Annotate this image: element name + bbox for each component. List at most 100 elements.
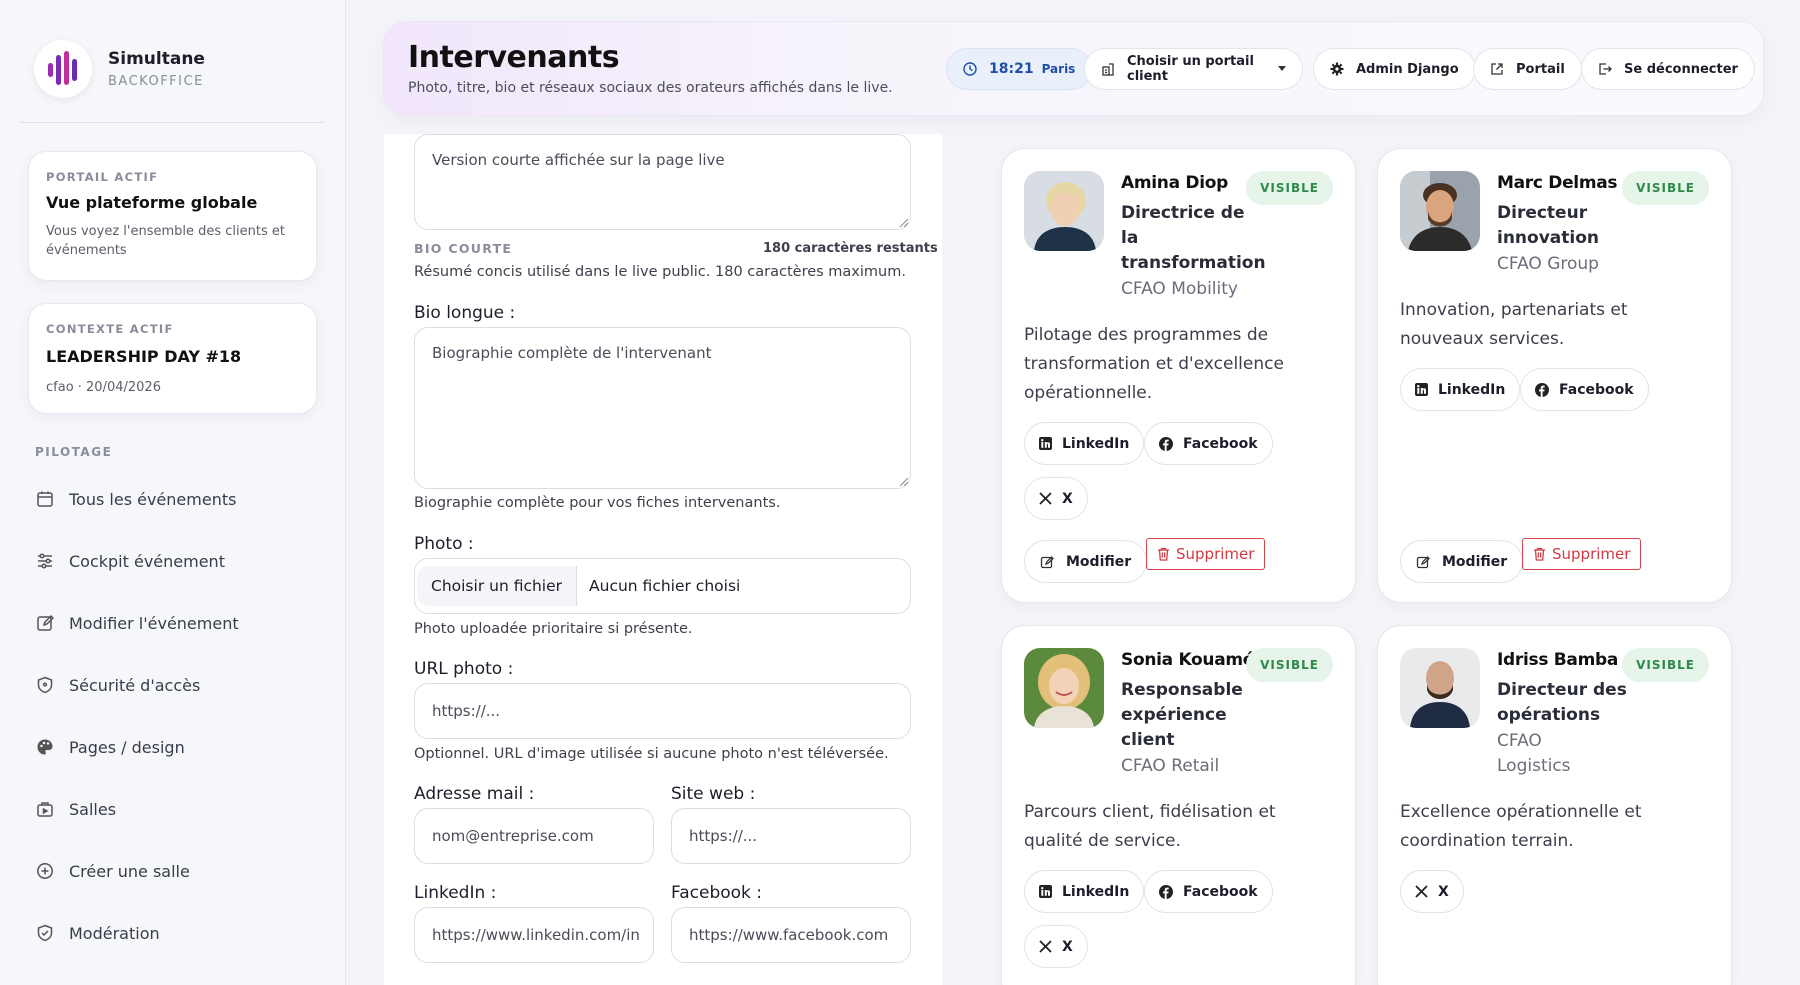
clock-pill: 18:21 Paris [946,48,1093,90]
nav-item-label: Créer une salle [69,861,190,881]
file-status: Aucun fichier choisi [589,577,741,595]
portal-select[interactable]: Choisir un portail client [1084,48,1303,90]
speaker-role: Directeur des opérations [1497,680,1627,725]
facebook-link[interactable]: Facebook [1520,368,1649,411]
linkedin-label: LinkedIn [1438,381,1506,398]
bio-long-textarea[interactable]: Biographie complète de l'intervenant [414,327,911,489]
portal-button[interactable]: Portail [1473,48,1582,90]
palette-icon [35,737,55,757]
facebook-link[interactable]: Facebook [1144,422,1273,465]
speaker-avatar [1024,171,1104,251]
linkedin-label: LinkedIn [1062,435,1130,452]
linkedin-link[interactable]: LinkedIn [1400,368,1521,411]
choose-file-button[interactable]: Choisir un fichier [417,566,578,606]
nav-item-cockpit[interactable]: Cockpit événement [35,551,225,571]
photo-url-input[interactable]: https://... [414,683,911,739]
facebook-icon [1159,436,1173,451]
photo-url-placeholder: https://... [432,702,501,720]
plus-circle-icon [35,861,55,881]
calendar-icon [35,489,55,509]
speaker-card[interactable]: Marc Delmas Directeur innovation CFAO Gr… [1377,148,1732,603]
photo-help: Photo uploadée prioritaire si présente. [414,621,693,637]
edit-icon [1416,555,1430,569]
edit-button[interactable]: Modifier [1400,540,1524,583]
photo-file-input[interactable]: Choisir un fichier Aucun fichier choisi [414,558,911,614]
linkedin-placeholder: https://www.linkedin.com/in [432,926,640,944]
nav-item-pages-design[interactable]: Pages / design [35,737,185,757]
email-input[interactable]: nom@entreprise.com [414,808,654,864]
linkedin-label: LinkedIn : [414,883,497,903]
nav-item-edit-event[interactable]: Modifier l'événement [35,613,239,633]
resize-grip-icon[interactable] [898,476,908,486]
photo-url-label: URL photo : [414,659,514,679]
sliders-icon [35,551,55,571]
chevron-down-icon [1278,66,1286,72]
linkedin-link[interactable]: LinkedIn [1024,870,1145,913]
x-label: X [1062,490,1073,507]
speaker-name: Marc Delmas [1497,173,1618,193]
active-context-card[interactable]: CONTEXTE ACTIF LEADERSHIP DAY #18 cfao ·… [28,303,317,414]
nav-item-events[interactable]: Tous les événements [35,489,236,509]
speaker-name: Idriss Bamba [1497,650,1619,670]
speaker-company: CFAO Mobility [1121,279,1238,299]
facebook-label: Facebook [1183,883,1258,900]
facebook-input[interactable]: https://www.facebook.com [671,907,911,963]
nav-item-rooms[interactable]: Salles [35,799,116,819]
active-portal-card[interactable]: PORTAIL ACTIF Vue plateforme globale Vou… [28,151,317,281]
nav-item-create-room[interactable]: Créer une salle [35,861,190,881]
page-subtitle: Photo, titre, bio et réseaux sociaux des… [408,80,893,96]
bio-short-textarea[interactable]: Version courte affichée sur la page live [414,134,911,230]
website-placeholder: https://... [689,827,758,845]
status-badge: VISIBLE [1246,171,1333,205]
room-icon [35,799,55,819]
linkedin-icon [1415,383,1428,396]
facebook-link[interactable]: Facebook [1144,870,1273,913]
linkedin-link[interactable]: LinkedIn [1024,422,1145,465]
admin-django-button[interactable]: Admin Django [1313,48,1476,90]
linkedin-input[interactable]: https://www.linkedin.com/in [414,907,654,963]
speaker-name: Amina Diop [1121,173,1228,193]
speaker-role: Responsable expérience client [1121,680,1243,750]
speaker-role: Directrice de la transformation [1121,203,1266,273]
facebook-placeholder: https://www.facebook.com [689,926,889,944]
admin-django-label: Admin Django [1356,61,1459,77]
nav-item-access-security[interactable]: Sécurité d'accès [35,675,200,695]
facebook-icon [1535,382,1549,397]
status-badge: VISIBLE [1622,171,1709,205]
linkedin-icon [1039,885,1052,898]
x-link[interactable]: X [1400,870,1464,913]
edit-icon [35,613,55,633]
nav-item-moderation[interactable]: Modération [35,923,160,943]
speaker-name: Sonia Kouamé [1121,650,1255,670]
speaker-card[interactable]: Idriss Bamba Directeur des opérations CF… [1377,625,1732,985]
brand[interactable]: Simultane BACKOFFICE [34,40,205,98]
speaker-card[interactable]: Sonia Kouamé Responsable expérience clie… [1001,625,1356,985]
delete-button[interactable]: Supprimer [1146,538,1266,570]
context-card-label: CONTEXTE ACTIF [46,322,174,336]
linkedin-icon [1039,437,1052,450]
email-placeholder: nom@entreprise.com [432,827,594,845]
website-input[interactable]: https://... [671,808,911,864]
brand-sub: BACKOFFICE [108,74,204,89]
delete-button[interactable]: Supprimer [1522,538,1642,570]
shield-check-icon [35,923,55,943]
bio-short-help: Résumé concis utilisé dans le live publi… [414,264,906,280]
trash-icon [1157,547,1170,561]
speaker-description: Excellence opérationnelle et coordinatio… [1400,802,1642,851]
x-link[interactable]: X [1024,477,1088,520]
status-badge: VISIBLE [1246,648,1333,682]
speaker-description: Parcours client, fidélisation et qualité… [1024,802,1276,851]
resize-grip-icon[interactable] [898,217,908,227]
building-icon [1101,62,1115,76]
linkedin-label: LinkedIn [1062,883,1130,900]
x-link[interactable]: X [1024,925,1088,968]
edit-button[interactable]: Modifier [1024,540,1148,583]
logout-button[interactable]: Se déconnecter [1581,48,1755,90]
speaker-card[interactable]: Amina Diop Directrice de la transformati… [1001,148,1356,603]
portal-card-title: Vue plateforme globale [46,193,258,212]
nav-item-label: Sécurité d'accès [69,675,201,695]
x-label: X [1062,938,1073,955]
speaker-role: Directeur innovation [1497,203,1599,248]
nav-item-label: Tous les événements [69,489,237,509]
trash-icon [1533,547,1546,561]
